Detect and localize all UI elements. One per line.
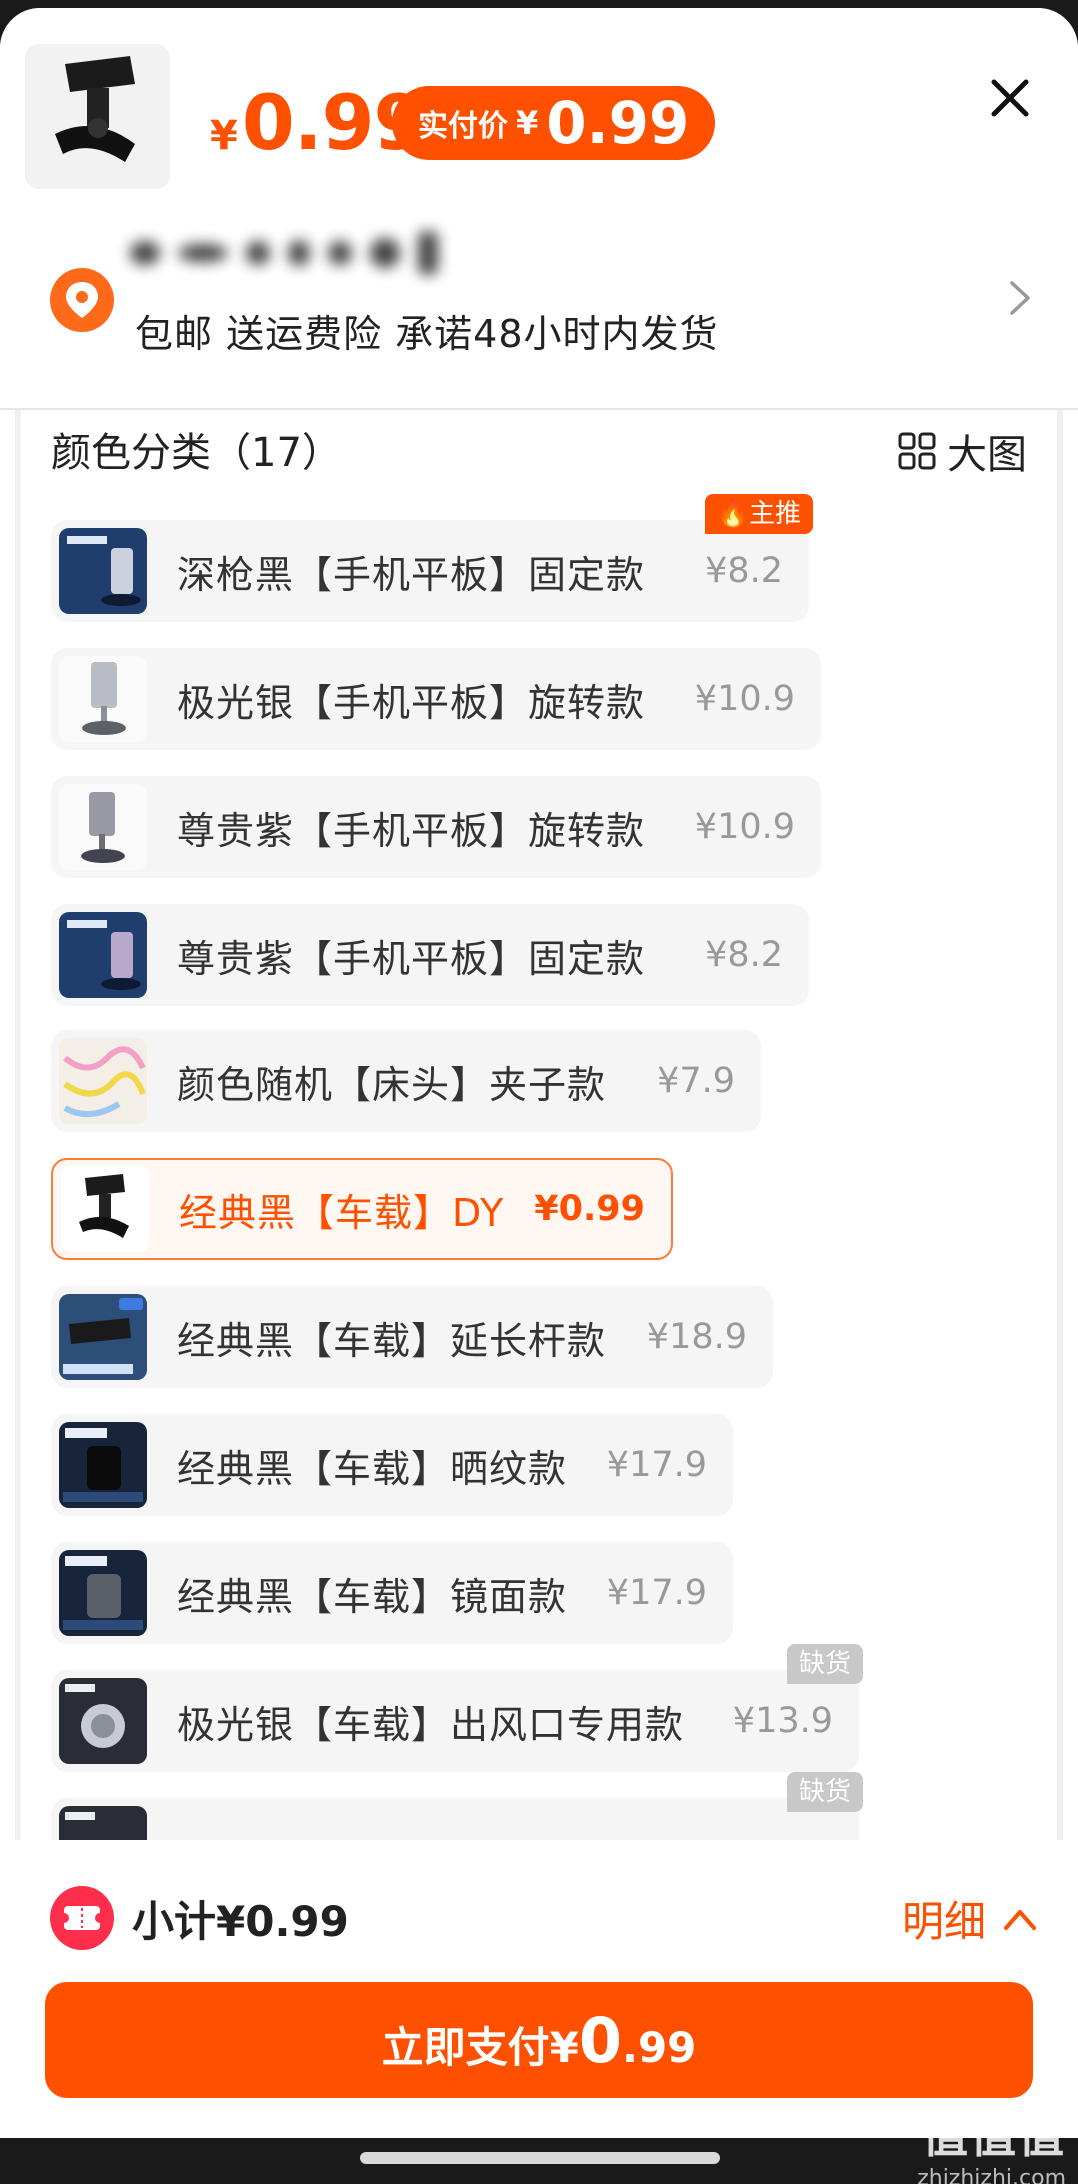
- option-price: ¥13.9: [732, 1701, 833, 1741]
- big-picture-label: 大图: [947, 432, 1027, 478]
- option-thumbnail: [59, 1806, 147, 1840]
- option-item-selected[interactable]: 经典黑【车载】DY ¥0.99: [51, 1158, 673, 1260]
- sheet-header: ¥ 0.99 实付价 ¥ 0.99 包邮 送运费险 承诺48小时内发货: [0, 8, 1078, 408]
- home-indicator[interactable]: [360, 2152, 720, 2164]
- option-name: 经典黑【车载】DY: [179, 1190, 505, 1235]
- option-thumbnail: [59, 1294, 147, 1380]
- option-name: 经典黑【车载】晒纹款: [177, 1446, 568, 1491]
- pay-button-symbol: ¥: [549, 2023, 579, 2072]
- option-thumbnail: [59, 784, 147, 870]
- detail-label: 明细: [901, 1897, 986, 1946]
- out-of-stock-badge: 缺货: [786, 1644, 863, 1684]
- option-name: 经典黑【车载】延长杆款: [177, 1318, 607, 1363]
- option-thumbnail: [59, 1678, 147, 1764]
- pay-button-label: 立即支付: [381, 2023, 550, 2072]
- option-thumbnail: [59, 656, 147, 742]
- option-item[interactable]: 深枪黑【手机平板】固定款 ¥8.2 🔥主推: [51, 494, 813, 622]
- category-title: 颜色分类（17）: [51, 430, 342, 476]
- option-item[interactable]: 极光银【车载】出风口专用款 ¥13.9 缺货: [51, 1644, 863, 1772]
- option-item[interactable]: 经典黑【车载】延长杆款 ¥18.9: [51, 1286, 773, 1388]
- price-symbol: ¥: [210, 113, 238, 159]
- address-row[interactable]: 包邮 送运费险 承诺48小时内发货: [0, 213, 1078, 363]
- flame-icon: 🔥: [716, 499, 749, 529]
- sku-selector-sheet: ¥ 0.99 实付价 ¥ 0.99 包邮 送运费险 承诺48小时内发货 颜色分类…: [0, 8, 1078, 2138]
- shipping-info: 包邮 送运费险 承诺48小时内发货: [135, 312, 719, 356]
- paid-price-symbol: ¥: [516, 104, 539, 142]
- location-pin-icon: [50, 268, 114, 332]
- pay-button-amount-int: 0: [578, 2004, 622, 2077]
- coupon-icon: [50, 1886, 114, 1950]
- option-item[interactable]: 极光银【手机平板】旋转款 ¥10.9: [51, 648, 821, 750]
- checkout-bar: 小计¥0.99 明细 立即支付 ¥ 0 .99: [0, 1840, 1078, 2138]
- option-price: ¥10.9: [694, 807, 795, 847]
- option-price: ¥17.9: [606, 1573, 707, 1613]
- product-thumbnail[interactable]: [25, 44, 170, 189]
- option-thumbnail: [59, 528, 147, 614]
- option-item[interactable]: 经典黑【车载】镜面款 ¥17.9: [51, 1542, 733, 1644]
- option-thumbnail: [59, 1550, 147, 1636]
- option-item[interactable]: 尊贵紫【手机平板】固定款 ¥8.2: [51, 904, 809, 1006]
- watermark-logo: 值值值: [922, 2109, 1066, 2163]
- option-price: ¥8.2: [705, 551, 783, 591]
- option-name: 深枪黑【手机平板】固定款: [177, 552, 646, 597]
- detail-toggle[interactable]: 明细: [902, 1888, 1038, 1949]
- option-price: ¥17.9: [606, 1445, 707, 1485]
- option-item[interactable]: 尊贵紫【手机平板】旋转款 ¥10.9: [51, 776, 821, 878]
- option-price: ¥10.9: [694, 679, 795, 719]
- out-of-stock-badge: 缺货: [786, 1772, 863, 1812]
- option-name: 尊贵紫【手机平板】固定款: [177, 936, 646, 981]
- option-name: 极光银【车载】出风口专用款: [177, 1702, 685, 1747]
- paid-price-label: 实付价: [418, 109, 508, 144]
- option-price: ¥7.9: [657, 1061, 735, 1101]
- option-price: ¥8.2: [705, 935, 783, 975]
- grid-icon: [898, 432, 936, 470]
- options-panel[interactable]: 颜色分类（17） 大图 深枪黑【手机平板】固定款 ¥8.2 🔥主推 极光银【手机…: [15, 410, 1063, 1840]
- option-price: ¥18.9: [646, 1317, 747, 1357]
- address-redacted: [130, 228, 490, 278]
- option-name: 极光银【手机平板】旋转款: [177, 680, 646, 725]
- option-name: 颜色随机【床头】夹子款: [177, 1062, 607, 1107]
- option-thumbnail: [59, 1038, 147, 1124]
- recommended-badge: 🔥主推: [704, 494, 813, 534]
- option-item[interactable]: 缺货: [51, 1772, 863, 1840]
- subtotal: 小计¥0.99: [132, 1897, 349, 1946]
- option-price: ¥0.99: [534, 1189, 645, 1229]
- pay-now-button[interactable]: 立即支付 ¥ 0 .99: [45, 1982, 1033, 2098]
- option-thumbnail: [59, 1422, 147, 1508]
- pay-button-amount-dec: .99: [621, 2023, 697, 2072]
- option-thumbnail: [59, 912, 147, 998]
- watermark: 值值值 zhizhizhi.com: [917, 2100, 1066, 2184]
- option-name: 经典黑【车载】镜面款: [177, 1574, 568, 1619]
- close-icon[interactable]: [980, 68, 1040, 128]
- option-item[interactable]: 经典黑【车载】晒纹款 ¥17.9: [51, 1414, 733, 1516]
- paid-price-badge: 实付价 ¥ 0.99: [392, 86, 716, 160]
- chevron-right-icon[interactable]: [1000, 273, 1040, 323]
- watermark-url: zhizhizhi.com: [917, 2166, 1066, 2184]
- option-item[interactable]: 颜色随机【床头】夹子款 ¥7.9: [51, 1030, 761, 1132]
- big-picture-toggle[interactable]: 大图: [897, 422, 1027, 480]
- option-thumbnail: [61, 1166, 149, 1252]
- paid-price-value: 0.99: [546, 89, 690, 157]
- chevron-up-icon: [1004, 1909, 1036, 1930]
- option-name: 尊贵紫【手机平板】旋转款: [177, 808, 646, 853]
